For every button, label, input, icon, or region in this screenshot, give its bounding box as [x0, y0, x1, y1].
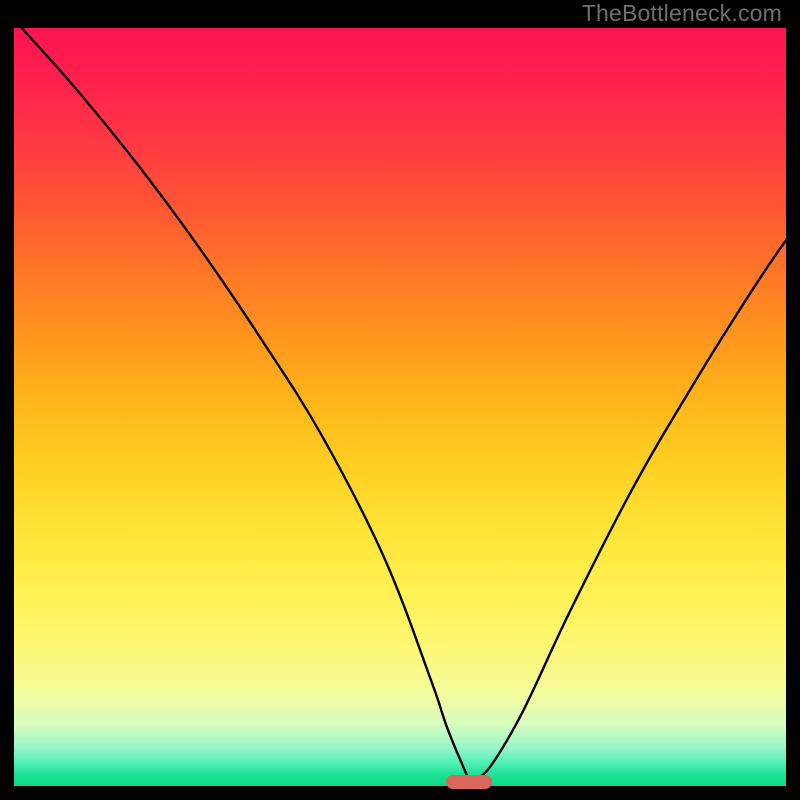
optimal-point-marker — [446, 775, 492, 789]
chart-plot-area — [14, 28, 786, 786]
chart-frame — [14, 18, 786, 786]
bottleneck-curve — [14, 28, 786, 786]
watermark-text: TheBottleneck.com — [582, 0, 782, 27]
